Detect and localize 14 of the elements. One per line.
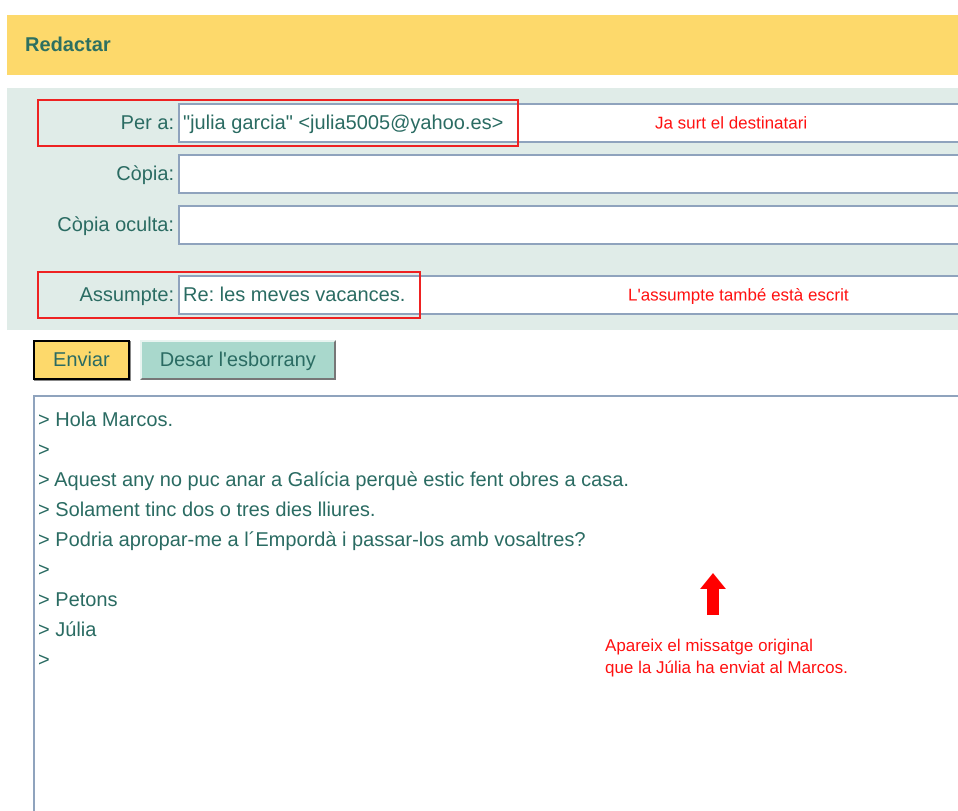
field-label: Còpia oculta: (56, 213, 175, 238)
save-draft-button[interactable]: Desar l'esborrany (140, 340, 336, 380)
annotation-text: L'assumpte també està escrit (628, 284, 849, 306)
field-label: Còpia: (115, 162, 175, 187)
input-field[interactable] (178, 205, 958, 245)
up-arrow-icon (700, 573, 726, 615)
field-label: Assumpte: (78, 283, 175, 308)
send-button[interactable]: Enviar (33, 340, 130, 380)
input-field[interactable] (178, 154, 958, 194)
annotation-text: Ja surt el destinatari (655, 112, 808, 134)
annotation-text: que la Júlia ha enviat al Marcos. (605, 657, 848, 679)
annotation-text: Apareix el missatge original (605, 635, 814, 657)
field-label: Per a: (120, 111, 175, 136)
page-title: Redactar (25, 33, 111, 58)
